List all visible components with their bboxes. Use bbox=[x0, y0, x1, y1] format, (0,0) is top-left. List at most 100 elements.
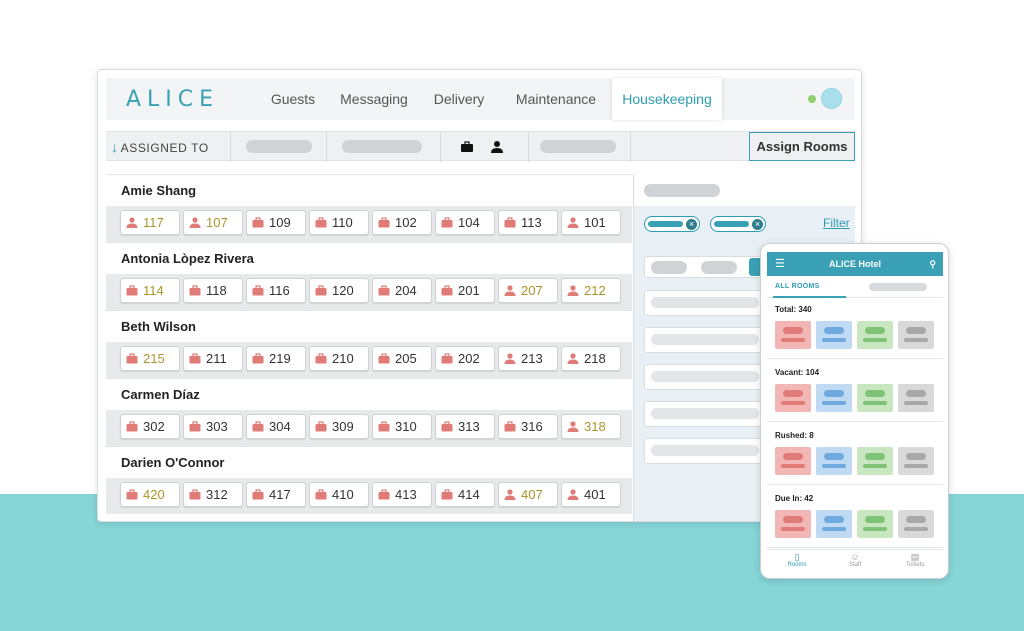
room-chip[interactable]: 218 bbox=[561, 346, 621, 371]
room-chip[interactable]: 120 bbox=[309, 278, 369, 303]
bottom-nav-rooms[interactable]: ▯ Rooms bbox=[777, 552, 817, 568]
assigned-to-sort[interactable]: ↓ ASSIGNED TO bbox=[111, 139, 209, 155]
gray-status-tile[interactable] bbox=[898, 321, 934, 349]
room-chip[interactable]: 313 bbox=[435, 414, 495, 439]
room-chip[interactable]: 205 bbox=[372, 346, 432, 371]
room-chip[interactable]: 116 bbox=[246, 278, 306, 303]
gray-status-tile[interactable] bbox=[898, 384, 934, 412]
room-chip[interactable]: 304 bbox=[246, 414, 306, 439]
bottom-nav-staff[interactable]: ☺ Staff bbox=[835, 552, 875, 568]
room-chip[interactable]: 118 bbox=[183, 278, 243, 303]
segment-option[interactable] bbox=[651, 261, 687, 274]
room-chip[interactable]: 303 bbox=[183, 414, 243, 439]
filter-field[interactable] bbox=[644, 327, 764, 353]
filter-link[interactable]: Filter bbox=[823, 216, 850, 230]
room-chip[interactable]: 109 bbox=[246, 210, 306, 235]
room-chip[interactable]: 309 bbox=[309, 414, 369, 439]
filter-tag[interactable]: × bbox=[644, 216, 700, 232]
room-number: 318 bbox=[584, 419, 606, 434]
room-chip[interactable]: 204 bbox=[372, 278, 432, 303]
nav-housekeeping[interactable]: Housekeeping bbox=[612, 78, 722, 120]
blue-status-tile[interactable] bbox=[816, 447, 852, 475]
hamburger-menu-icon[interactable]: ☰ bbox=[775, 252, 785, 276]
room-number: 204 bbox=[395, 283, 417, 298]
suitcase-filter-icon[interactable] bbox=[460, 140, 474, 154]
room-chip[interactable]: 410 bbox=[309, 482, 369, 507]
blue-status-tile[interactable] bbox=[816, 510, 852, 538]
room-chip[interactable]: 420 bbox=[120, 482, 180, 507]
segmented-control[interactable] bbox=[644, 256, 774, 278]
tab-all-rooms[interactable]: ALL ROOMS bbox=[775, 283, 820, 290]
tab-placeholder[interactable] bbox=[869, 283, 927, 291]
red-status-tile[interactable] bbox=[775, 384, 811, 412]
green-status-tile[interactable] bbox=[857, 510, 893, 538]
room-number: 417 bbox=[269, 487, 291, 502]
section-title: Rushed: 8 bbox=[775, 431, 814, 440]
room-chip[interactable]: 107 bbox=[183, 210, 243, 235]
remove-filter-icon[interactable]: × bbox=[752, 219, 763, 230]
assigned-to-label: ASSIGNED TO bbox=[120, 141, 209, 155]
room-chip[interactable]: 114 bbox=[120, 278, 180, 303]
room-chip[interactable]: 417 bbox=[246, 482, 306, 507]
room-number: 207 bbox=[521, 283, 543, 298]
gray-status-tile[interactable] bbox=[898, 510, 934, 538]
red-status-tile[interactable] bbox=[775, 510, 811, 538]
nav-maintenance[interactable]: Maintenance bbox=[511, 78, 601, 120]
room-chip[interactable]: 201 bbox=[435, 278, 495, 303]
red-status-tile[interactable] bbox=[775, 447, 811, 475]
green-status-tile[interactable] bbox=[857, 384, 893, 412]
green-status-tile[interactable] bbox=[857, 447, 893, 475]
search-icon[interactable]: ⚲ bbox=[929, 252, 936, 276]
remove-filter-icon[interactable]: × bbox=[686, 219, 697, 230]
online-status-dot bbox=[808, 95, 816, 103]
nav-delivery[interactable]: Delivery bbox=[426, 78, 492, 120]
room-chip[interactable]: 207 bbox=[498, 278, 558, 303]
green-status-tile[interactable] bbox=[857, 321, 893, 349]
room-chip[interactable]: 202 bbox=[435, 346, 495, 371]
room-chip[interactable]: 213 bbox=[498, 346, 558, 371]
room-chip[interactable]: 407 bbox=[498, 482, 558, 507]
filter-field[interactable] bbox=[644, 438, 764, 464]
room-chip[interactable]: 310 bbox=[372, 414, 432, 439]
room-chip[interactable]: 316 bbox=[498, 414, 558, 439]
assign-rooms-button[interactable]: Assign Rooms bbox=[749, 132, 855, 161]
gray-status-tile[interactable] bbox=[898, 447, 934, 475]
blue-status-tile[interactable] bbox=[816, 321, 852, 349]
nav-messaging[interactable]: Messaging bbox=[336, 78, 412, 120]
room-chip[interactable]: 413 bbox=[372, 482, 432, 507]
section-divider bbox=[767, 484, 943, 485]
mobile-title: ALICE Hotel bbox=[828, 259, 881, 269]
user-avatar[interactable] bbox=[821, 88, 842, 109]
room-chip[interactable]: 101 bbox=[561, 210, 621, 235]
room-chip[interactable]: 102 bbox=[372, 210, 432, 235]
room-number: 312 bbox=[206, 487, 228, 502]
room-chip[interactable]: 210 bbox=[309, 346, 369, 371]
room-chip[interactable]: 211 bbox=[183, 346, 243, 371]
bottom-nav-tickets[interactable]: ▤ Tickets bbox=[895, 552, 935, 568]
filter-field[interactable] bbox=[644, 401, 764, 427]
blue-status-tile[interactable] bbox=[816, 384, 852, 412]
filter-tag[interactable]: × bbox=[710, 216, 766, 232]
room-chip[interactable]: 401 bbox=[561, 482, 621, 507]
room-chip[interactable]: 215 bbox=[120, 346, 180, 371]
nav-guests[interactable]: Guests bbox=[261, 78, 325, 120]
room-chip[interactable]: 117 bbox=[120, 210, 180, 235]
red-status-tile[interactable] bbox=[775, 321, 811, 349]
room-chip[interactable]: 312 bbox=[183, 482, 243, 507]
room-number: 113 bbox=[521, 215, 542, 230]
room-chip[interactable]: 110 bbox=[309, 210, 369, 235]
room-chip[interactable]: 104 bbox=[435, 210, 495, 235]
room-chip[interactable]: 318 bbox=[561, 414, 621, 439]
room-chip[interactable]: 302 bbox=[120, 414, 180, 439]
segment-option[interactable] bbox=[701, 261, 737, 274]
room-chip[interactable]: 219 bbox=[246, 346, 306, 371]
toolbar-divider bbox=[630, 132, 631, 162]
person-filter-icon[interactable] bbox=[490, 140, 504, 154]
room-chip[interactable]: 414 bbox=[435, 482, 495, 507]
filter-field[interactable] bbox=[644, 290, 764, 316]
filter-field[interactable] bbox=[644, 364, 764, 390]
staff-name: Amie Shang bbox=[106, 174, 632, 206]
room-chip[interactable]: 113 bbox=[498, 210, 558, 235]
room-chip[interactable]: 212 bbox=[561, 278, 621, 303]
room-number: 102 bbox=[395, 215, 417, 230]
